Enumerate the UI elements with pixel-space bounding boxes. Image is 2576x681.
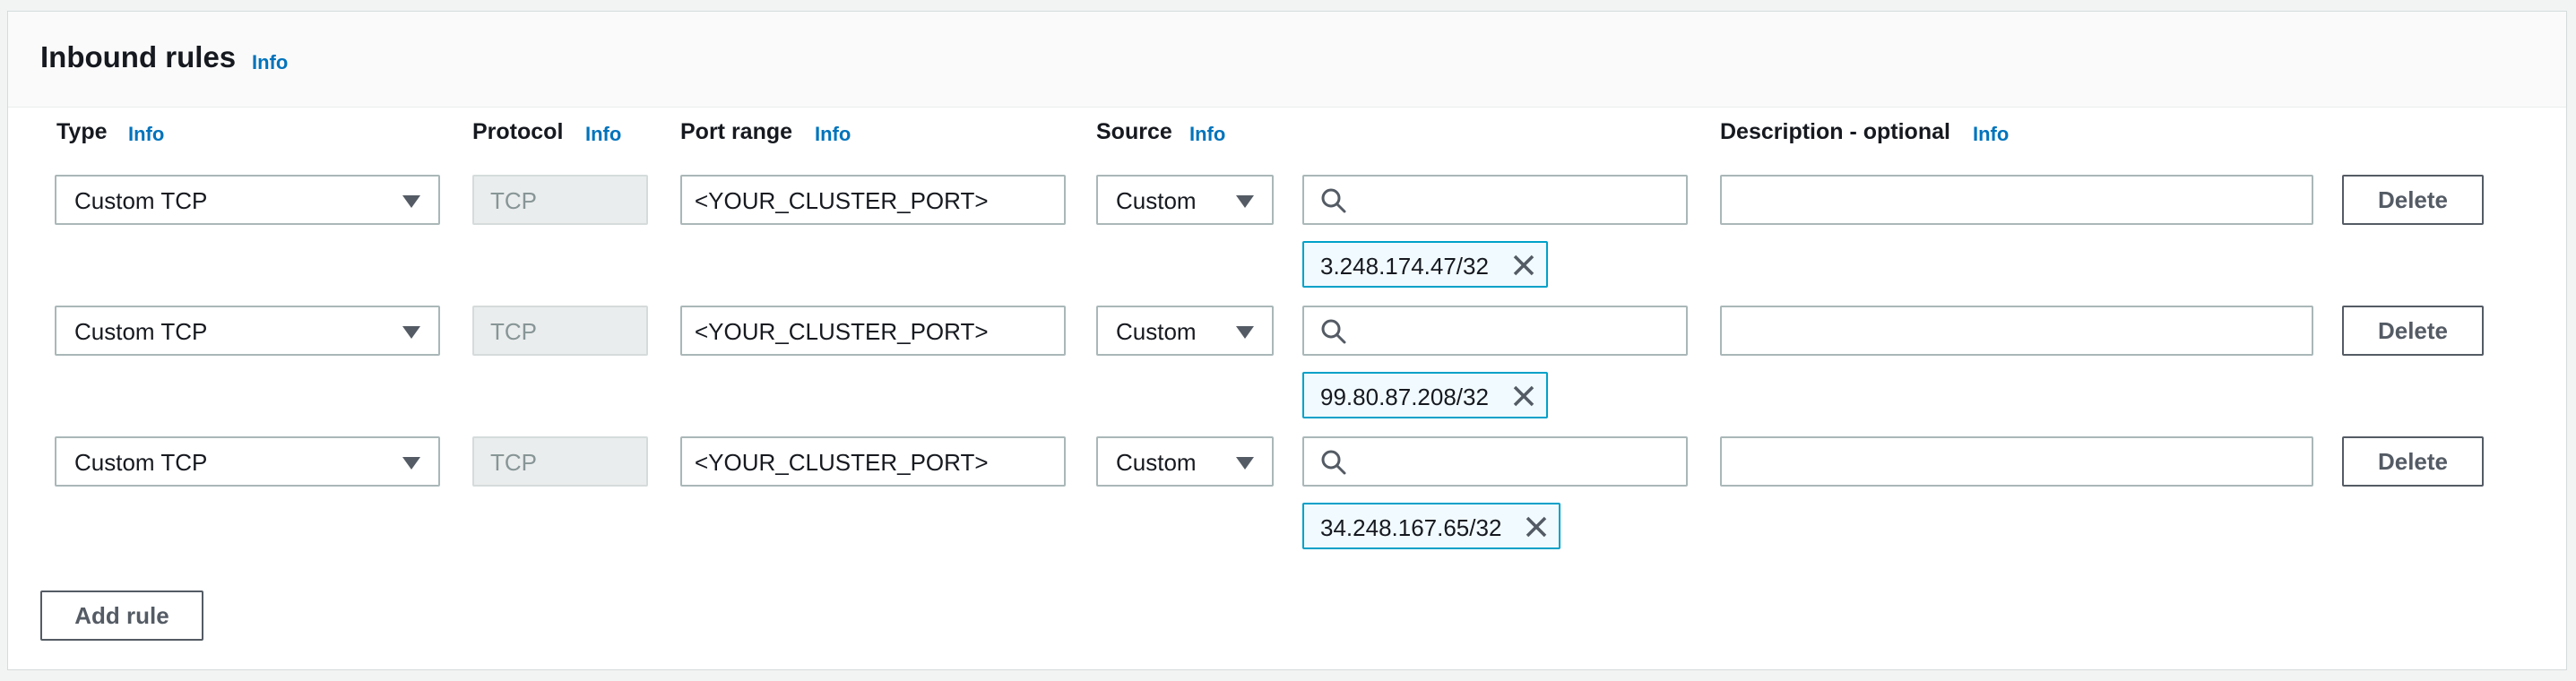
inbound-rules-panel: Inbound rules Info Type Info Protocol In… xyxy=(7,11,2567,670)
cidr-token: 99.80.87.208/32 xyxy=(1302,372,1548,418)
rule-type-select[interactable]: Custom TCP xyxy=(55,306,440,356)
port-range-info-link[interactable]: Info xyxy=(815,123,851,146)
column-protocol-label: Protocol xyxy=(472,119,564,144)
rule-source-select[interactable]: Custom xyxy=(1096,175,1274,225)
rule-source-value: Custom xyxy=(1116,318,1197,345)
cidr-token-value: 99.80.87.208/32 xyxy=(1320,384,1489,410)
rule-source-select[interactable]: Custom xyxy=(1096,306,1274,356)
rule-source-value: Custom xyxy=(1116,449,1197,476)
cidr-token-value: 34.248.167.65/32 xyxy=(1320,514,1502,541)
type-info-link[interactable]: Info xyxy=(128,123,164,146)
rule-source-value: Custom xyxy=(1116,187,1197,214)
rule-type-value: Custom TCP xyxy=(74,318,208,345)
rule-protocol-value: TCP xyxy=(490,318,537,345)
search-icon xyxy=(1321,319,1346,344)
rule-port-range-input[interactable]: <YOUR_CLUSTER_PORT> xyxy=(680,175,1066,225)
rule-protocol-field: TCP xyxy=(472,436,648,487)
search-icon xyxy=(1321,450,1346,475)
rule-port-range-input[interactable]: <YOUR_CLUSTER_PORT> xyxy=(680,436,1066,487)
column-source-label: Source xyxy=(1096,119,1172,144)
rule-type-value: Custom TCP xyxy=(74,449,208,476)
rule-port-range-value: <YOUR_CLUSTER_PORT> xyxy=(695,318,989,345)
column-type-label: Type xyxy=(56,119,108,144)
rule-source-search-input[interactable] xyxy=(1302,175,1688,225)
caret-down-icon xyxy=(402,326,420,339)
add-rule-button[interactable]: Add rule xyxy=(40,590,203,641)
rule-source-search-input[interactable] xyxy=(1302,436,1688,487)
source-info-link[interactable]: Info xyxy=(1189,123,1225,146)
rule-port-range-value: <YOUR_CLUSTER_PORT> xyxy=(695,187,989,214)
caret-down-icon xyxy=(402,457,420,470)
delete-rule-button[interactable]: Delete xyxy=(2342,175,2484,225)
rule-type-value: Custom TCP xyxy=(74,187,208,214)
rule-source-search-input[interactable] xyxy=(1302,306,1688,356)
caret-down-icon xyxy=(402,195,420,208)
description-info-link[interactable]: Info xyxy=(1973,123,2009,146)
cidr-token: 3.248.174.47/32 xyxy=(1302,241,1548,288)
rule-protocol-field: TCP xyxy=(472,175,648,225)
caret-down-icon xyxy=(1236,457,1254,470)
column-description-label: Description - optional xyxy=(1720,119,1950,144)
cidr-token-value: 3.248.174.47/32 xyxy=(1320,253,1489,280)
cidr-token: 34.248.167.65/32 xyxy=(1302,503,1560,549)
rule-description-input[interactable] xyxy=(1720,306,2313,356)
rule-description-input[interactable] xyxy=(1720,175,2313,225)
delete-rule-button[interactable]: Delete xyxy=(2342,436,2484,487)
panel-header: Inbound rules Info xyxy=(8,12,2566,108)
rule-source-select[interactable]: Custom xyxy=(1096,436,1274,487)
rule-type-select[interactable]: Custom TCP xyxy=(55,436,440,487)
rule-port-range-value: <YOUR_CLUSTER_PORT> xyxy=(695,449,989,476)
close-icon[interactable] xyxy=(1525,515,1548,539)
protocol-info-link[interactable]: Info xyxy=(585,123,621,146)
rule-protocol-value: TCP xyxy=(490,449,537,476)
rule-protocol-value: TCP xyxy=(490,187,537,214)
close-icon[interactable] xyxy=(1512,384,1535,408)
rule-type-select[interactable]: Custom TCP xyxy=(55,175,440,225)
rule-protocol-field: TCP xyxy=(472,306,648,356)
delete-rule-button[interactable]: Delete xyxy=(2342,306,2484,356)
section-info-link[interactable]: Info xyxy=(252,51,288,74)
caret-down-icon xyxy=(1236,195,1254,208)
search-icon xyxy=(1321,188,1346,213)
close-icon[interactable] xyxy=(1512,254,1535,277)
caret-down-icon xyxy=(1236,326,1254,339)
column-port-range-label: Port range xyxy=(680,119,793,144)
section-title: Inbound rules xyxy=(40,40,237,73)
rule-port-range-input[interactable]: <YOUR_CLUSTER_PORT> xyxy=(680,306,1066,356)
rule-description-input[interactable] xyxy=(1720,436,2313,487)
